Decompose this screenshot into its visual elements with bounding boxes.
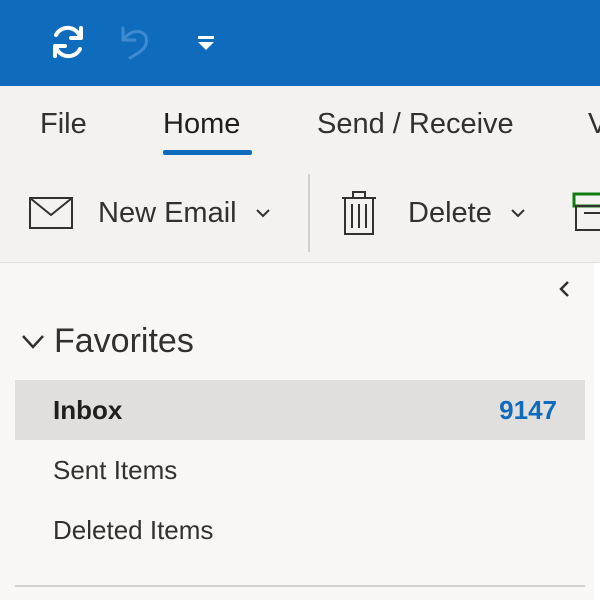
undo-icon: [121, 26, 149, 60]
reading-pane-edge: [594, 263, 600, 600]
archive-icon: [572, 192, 600, 231]
tab-view[interactable]: V: [588, 108, 600, 141]
collapse-folder-pane-button[interactable]: [552, 277, 576, 301]
folder-label: Sent Items: [53, 454, 178, 485]
title-bar: [0, 0, 600, 86]
delete-label: Delete: [408, 196, 492, 229]
folder-item-sent-items[interactable]: Sent Items: [15, 440, 585, 500]
ribbon-tabs: File Home Send / Receive V: [0, 86, 600, 162]
tab-home[interactable]: Home: [163, 108, 240, 141]
folder-pane: Favorites Inbox 9147 Sent Items Deleted …: [0, 263, 600, 600]
ribbon-separator: [308, 174, 310, 252]
customize-quick-access-button[interactable]: [182, 18, 230, 66]
new-email-button[interactable]: New Email: [28, 190, 271, 236]
selected-tab-indicator: [163, 150, 252, 155]
trash-icon: [342, 191, 376, 235]
unread-count-badge: 9147: [499, 394, 557, 425]
folder-label: Deleted Items: [53, 514, 214, 545]
chevron-down-icon: [22, 335, 44, 349]
folder-pane-divider: [15, 585, 585, 587]
sync-icon: [53, 25, 83, 59]
chevron-down-icon[interactable]: [510, 208, 526, 218]
folder-item-inbox[interactable]: Inbox 9147: [15, 380, 585, 440]
favorites-label: Favorites: [54, 321, 194, 360]
chevron-down-icon[interactable]: [255, 208, 271, 218]
tab-send-receive[interactable]: Send / Receive: [317, 108, 514, 141]
customize-quick-access-icon: [198, 36, 214, 50]
undo-button[interactable]: [112, 18, 160, 66]
new-email-label: New Email: [98, 196, 237, 229]
tab-file[interactable]: File: [40, 108, 87, 141]
favorites-header[interactable]: Favorites: [20, 319, 194, 363]
folder-item-deleted-items[interactable]: Deleted Items: [15, 500, 585, 560]
ribbon-commands: New Email Delete: [0, 162, 600, 263]
delete-button[interactable]: Delete: [340, 190, 526, 236]
sync-button[interactable]: [44, 18, 92, 66]
chevron-left-icon: [559, 281, 569, 297]
archive-button[interactable]: [572, 192, 600, 237]
mail-icon: [29, 197, 73, 229]
folder-label: Inbox: [53, 394, 123, 425]
